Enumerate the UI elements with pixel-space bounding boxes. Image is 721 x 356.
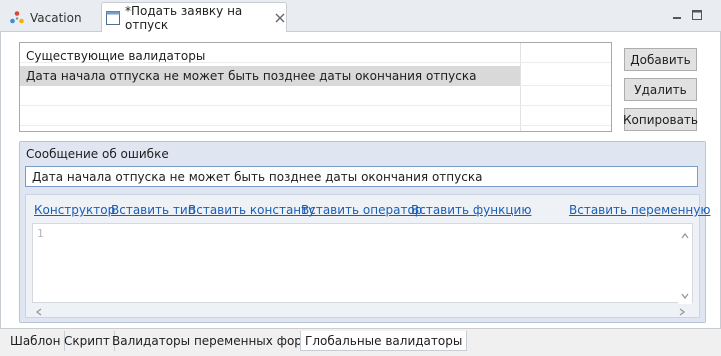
minimize-icon[interactable] [670,8,684,22]
tab-submit-vacation-request[interactable]: *Подать заявку на отпуск [101,2,287,33]
insert-type-link[interactable]: Вставить тип [111,203,196,217]
process-icon [9,10,25,26]
insert-constant-link[interactable]: Вставить константу [188,203,315,217]
validators-header: Существующие валидаторы [26,49,206,63]
tab-template[interactable]: Шаблон [6,331,66,351]
copy-button[interactable]: Копировать [623,108,698,131]
insert-function-link[interactable]: Вставить функцию [411,203,531,217]
delete-button[interactable]: Удалить [624,78,697,101]
horizontal-scrollbar[interactable] [32,305,693,317]
scroll-right-icon[interactable] [677,306,687,316]
error-message-group: Сообщение об ошибке Конструктор Вставить… [19,141,710,323]
tab-form-variable-validators[interactable]: Валидаторы переменных формы [108,331,326,351]
constructor-link[interactable]: Конструктор [34,203,115,217]
scroll-up-icon[interactable] [680,230,690,240]
table-row[interactable]: Дата начала отпуска не может быть поздне… [20,66,611,86]
tab-global-validators[interactable]: Глобальные валидаторы [300,331,468,351]
add-button[interactable]: Добавить [624,48,697,71]
validator-row-text: Дата начала отпуска не может быть поздне… [20,66,520,86]
close-icon[interactable] [274,11,286,25]
tab-script[interactable]: Скрипт [60,331,115,351]
maximize-icon[interactable] [690,8,704,22]
table-header-row: Существующие валидаторы [20,43,611,63]
page-tab-bar: Шаблон Скрипт Валидаторы переменных форм… [0,328,721,356]
script-editor-panel: Конструктор Вставить тип Вставить конста… [25,194,710,318]
script-code-editor[interactable]: 1 [32,223,693,304]
error-message-input[interactable] [25,166,698,187]
tab-active-label: *Подать заявку на отпуск [125,4,243,32]
table-row-empty [20,106,611,126]
insert-variable-link[interactable]: Вставить переменную [569,203,710,217]
editor-tab-bar: Vacation *Подать заявку на отпуск [0,0,721,33]
form-icon [106,10,120,26]
scroll-left-icon[interactable] [34,306,44,316]
insert-operator-link[interactable]: Вставить оператор [301,203,422,217]
vertical-scrollbar[interactable] [678,224,692,304]
error-message-label: Сообщение об ошибке [26,147,169,161]
validators-table[interactable]: Существующие валидаторы Дата начала отпу… [19,42,612,132]
editor-content: Существующие валидаторы Дата начала отпу… [0,32,721,328]
table-row-empty [20,86,611,106]
tab-vacation[interactable]: Vacation [4,3,100,32]
tab-vacation-label: Vacation [30,10,82,25]
scroll-down-icon[interactable] [680,290,690,300]
line-number: 1 [37,227,44,240]
